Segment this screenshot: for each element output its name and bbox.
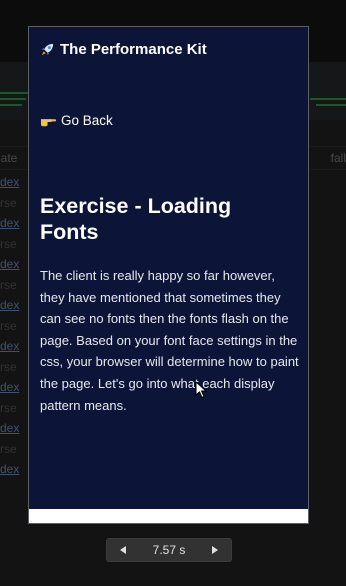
page-screenshot-frame: The Performance Kit Go Back Exercise - L… — [28, 26, 309, 524]
mouse-cursor-icon — [195, 381, 208, 399]
go-back-link[interactable]: Go Back — [40, 113, 113, 128]
triangle-right-icon — [212, 546, 218, 554]
page-title: Exercise - Loading Fonts — [40, 194, 232, 244]
playback-controls: 7.57 s — [106, 538, 232, 562]
go-back-label: Go Back — [61, 113, 113, 128]
rocket-icon — [41, 43, 54, 56]
triangle-left-icon — [120, 546, 126, 554]
next-frame-button[interactable] — [199, 539, 231, 561]
frame-time: 7.57 s — [152, 543, 186, 557]
previous-frame-button[interactable] — [107, 539, 139, 561]
site-brand[interactable]: The Performance Kit — [40, 41, 207, 58]
brand-name: The Performance Kit — [60, 41, 207, 58]
pointing-hand-icon — [40, 118, 57, 126]
intro-paragraph: The client is really happy so far howeve… — [40, 268, 299, 413]
page-footer-strip — [29, 509, 308, 523]
